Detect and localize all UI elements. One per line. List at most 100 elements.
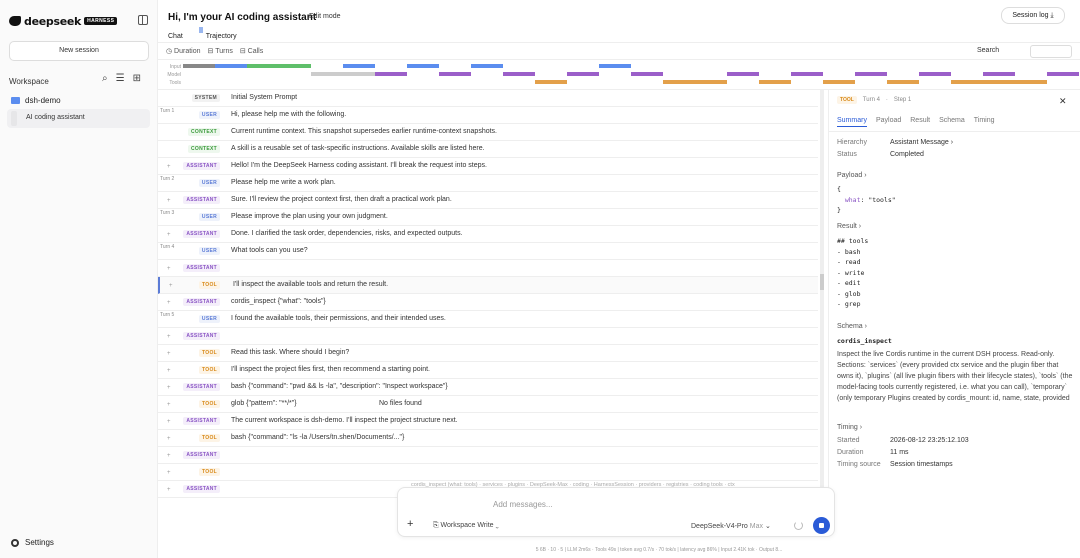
result-heading[interactable]: Result ›: [837, 223, 861, 230]
expand-icon[interactable]: +: [167, 419, 171, 425]
edit-mode-button[interactable]: Edit mode: [309, 13, 341, 20]
session-log-button[interactable]: Session log ⤓: [1001, 7, 1065, 24]
expand-icon[interactable]: +: [167, 232, 171, 238]
trajectory-row[interactable]: CONTEXT Current runtime context. This sna…: [158, 124, 818, 141]
scrollbar-thumb[interactable]: [820, 274, 824, 290]
tab-result[interactable]: Result: [910, 117, 930, 127]
app-logo[interactable]: deepseek HARNESS: [9, 14, 118, 28]
trajectory-row[interactable]: + TOOL: [158, 464, 818, 481]
trajectory-row[interactable]: + TOOL I'll inspect the project files firs…: [158, 362, 818, 379]
sidebar-toggle-icon[interactable]: [138, 15, 148, 25]
add-attachment-icon[interactable]: +: [407, 518, 413, 530]
timeline-segment[interactable]: [183, 64, 215, 68]
schema-heading[interactable]: Schema ›: [837, 323, 867, 330]
timeline-segment[interactable]: [887, 80, 919, 84]
timeline-segment[interactable]: [919, 72, 951, 76]
expand-icon[interactable]: +: [167, 266, 171, 272]
expand-icon[interactable]: +: [167, 198, 171, 204]
timing-heading[interactable]: Timing ›: [837, 424, 862, 431]
expand-icon[interactable]: +: [169, 283, 173, 289]
expand-icon[interactable]: +: [167, 470, 171, 476]
tab-trajectory[interactable]: Trajectory: [198, 27, 237, 40]
tab-payload[interactable]: Payload: [876, 117, 901, 127]
timeline-segment[interactable]: [279, 64, 311, 68]
session-item[interactable]: AI coding assistant: [7, 109, 150, 128]
tab-chat[interactable]: Chat: [168, 33, 183, 40]
payload-heading[interactable]: Payload ›: [837, 172, 867, 179]
expand-icon[interactable]: +: [167, 334, 171, 340]
message-input[interactable]: Add messages...: [493, 500, 553, 509]
close-icon[interactable]: ✕: [1059, 96, 1067, 107]
trajectory-row[interactable]: Turn 2 USER Please help me write a work pl…: [158, 175, 818, 192]
timeline-segment[interactable]: [983, 80, 1015, 84]
trajectory-row[interactable]: + ASSISTANT Sure. I'll review the project …: [158, 192, 818, 209]
tab-schema[interactable]: Schema: [939, 117, 965, 127]
trajectory-row[interactable]: + ASSISTANT Hello! I'm the DeepSeek Harnes…: [158, 158, 818, 175]
timeline-segment[interactable]: [407, 64, 439, 68]
expand-icon[interactable]: +: [167, 368, 171, 374]
timeline-segment[interactable]: [663, 80, 695, 84]
timeline-segment[interactable]: [343, 72, 375, 76]
timeline-segment[interactable]: [1047, 72, 1079, 76]
timeline-segment[interactable]: [791, 72, 823, 76]
trajectory-row[interactable]: SYSTEM Initial System Prompt: [158, 90, 818, 107]
expand-icon[interactable]: +: [167, 351, 171, 357]
trajectory-row[interactable]: CONTEXT A skill is a reusable set of task…: [158, 141, 818, 158]
hierarchy-link[interactable]: Assistant Message ›: [890, 139, 953, 146]
mode-select[interactable]: ⎘ Workspace Write ⌄: [433, 522, 499, 530]
timeline-segment[interactable]: [439, 72, 471, 76]
timeline-segment[interactable]: [983, 72, 1015, 76]
model-select[interactable]: DeepSeek-V4-Pro Max ⌄: [691, 522, 771, 530]
timeline-segment[interactable]: [375, 72, 407, 76]
duration-toggle[interactable]: ◷ Duration: [166, 47, 201, 55]
timeline-segment[interactable]: [567, 72, 599, 76]
timeline-chart[interactable]: Input Model Tools: [158, 62, 1080, 90]
search-input[interactable]: [1030, 45, 1072, 58]
timeline-segment[interactable]: [311, 72, 343, 76]
timeline-segment[interactable]: [855, 72, 887, 76]
turns-toggle[interactable]: ⊟ Turns: [208, 47, 233, 55]
expand-icon[interactable]: +: [167, 436, 171, 442]
trajectory-row[interactable]: Turn 3 USER Please improve the plan using …: [158, 209, 818, 226]
calls-toggle[interactable]: ⊟ Calls: [240, 47, 263, 55]
filter-icon[interactable]: ☰: [116, 73, 125, 84]
trajectory-row[interactable]: + ASSISTANT cordis_inspect {"what": "tools…: [158, 294, 818, 311]
timeline-segment[interactable]: [727, 72, 759, 76]
new-folder-icon[interactable]: ⊞: [133, 73, 141, 84]
trajectory-row[interactable]: Turn 5 USER I found the available tools, t…: [158, 311, 818, 328]
expand-icon[interactable]: +: [167, 300, 171, 306]
trajectory-row[interactable]: + TOOL Read this task. Where should I begi…: [158, 345, 818, 362]
timeline-segment[interactable]: [471, 64, 503, 68]
trajectory-row[interactable]: + ASSISTANT Done. I clarified the task ord…: [158, 226, 818, 243]
tab-timing[interactable]: Timing: [974, 117, 995, 127]
timeline-segment[interactable]: [599, 64, 631, 68]
timeline-segment[interactable]: [695, 80, 727, 84]
expand-icon[interactable]: +: [167, 487, 171, 493]
timeline-segment[interactable]: [759, 80, 791, 84]
timeline-segment[interactable]: [215, 64, 247, 68]
timeline-segment[interactable]: [503, 72, 535, 76]
expand-icon[interactable]: +: [167, 453, 171, 459]
trajectory-row[interactable]: + ASSISTANT bash {"command": "pwd && ls -l…: [158, 379, 818, 396]
trajectory-row[interactable]: Turn 4 USER What tools can you use?: [158, 243, 818, 260]
timeline-segment[interactable]: [247, 64, 279, 68]
timeline-segment[interactable]: [535, 80, 567, 84]
trajectory-row[interactable]: Turn 1 USER Hi, please help me with the fo…: [158, 107, 818, 124]
trajectory-row[interactable]: + ASSISTANT: [158, 328, 818, 345]
trajectory-row[interactable]: + TOOL glob {"pattern": "**/*"} No files fo…: [158, 396, 818, 413]
tab-summary[interactable]: Summary: [837, 117, 867, 127]
expand-icon[interactable]: +: [167, 164, 171, 170]
scrollbar[interactable]: [820, 90, 824, 490]
settings-button[interactable]: Settings: [11, 538, 54, 547]
search-icon[interactable]: ⌕: [102, 73, 108, 84]
trajectory-row[interactable]: + TOOL I'll inspect the available tools an…: [158, 277, 818, 294]
expand-icon[interactable]: +: [167, 385, 171, 391]
trajectory-row[interactable]: + ASSISTANT: [158, 447, 818, 464]
trajectory-row[interactable]: + ASSISTANT The current workspace is dsh-d…: [158, 413, 818, 430]
trajectory-row[interactable]: + TOOL bash {"command": "ls -la /Users/tn.…: [158, 430, 818, 447]
timeline-segment[interactable]: [951, 80, 983, 84]
new-session-button[interactable]: New session: [9, 41, 149, 61]
timeline-segment[interactable]: [1015, 80, 1047, 84]
timeline-segment[interactable]: [631, 72, 663, 76]
expand-icon[interactable]: +: [167, 402, 171, 408]
